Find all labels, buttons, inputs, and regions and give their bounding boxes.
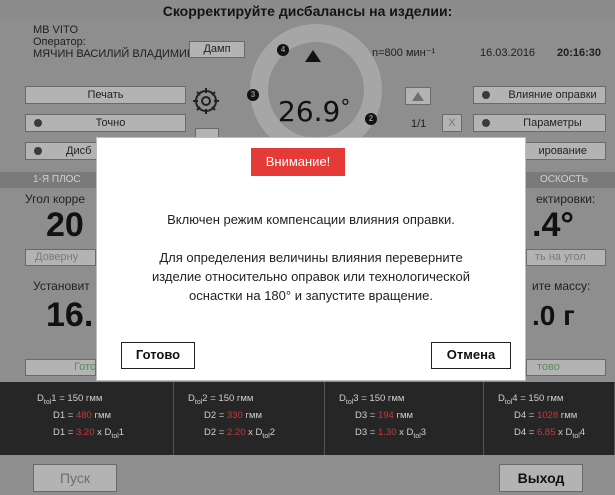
operator-label: Оператор: <box>33 36 86 48</box>
disbalance-led-icon <box>34 147 42 155</box>
warning-dialog: Внимание! Включен режим компенсации влия… <box>96 137 526 381</box>
gauge-pointer-icon <box>305 50 321 62</box>
marker-4: 4 <box>277 44 289 56</box>
disbalance-cell: Dtol3 = 150 гмм D3 = 194 гмм D3 = 1.30 x D… <box>325 382 484 455</box>
disbalance-cell: Dtol4 = 150 гмм D4 = 1028 гмм D4 = 6.85 x … <box>484 382 615 455</box>
page-indicator: 1/1 <box>411 118 427 130</box>
scroll-up-button[interactable] <box>405 87 431 105</box>
plane1-ready-button[interactable]: Гото <box>25 359 96 376</box>
dialog-title: Внимание! <box>251 148 345 176</box>
plane2-turn-button[interactable]: ть на угол <box>526 249 606 266</box>
settings-gear-icon[interactable] <box>191 86 221 116</box>
tolerance-row: Dtol2 = 150 гмм <box>188 393 254 406</box>
plane1-angle-label: Угол корре <box>25 192 86 206</box>
ok-button[interactable]: Готово <box>121 342 195 369</box>
gauge-degree: ° <box>340 95 351 119</box>
disbalance-row: D2 = 330 гмм <box>204 410 263 421</box>
plane1-angle-value: 20 <box>46 206 84 244</box>
marker-2: 2 <box>365 113 377 125</box>
disbalance-cell: Dtol1 = 150 гмм D1 = 480 гмм D1 = 3.20 x D… <box>0 382 174 455</box>
plane1-install-label: Установит <box>33 279 90 293</box>
disbalance-row: D4 = 1028 гмм <box>514 410 578 421</box>
params-toggle[interactable]: Параметры <box>473 114 606 132</box>
plane2-angle-label: ектировки: <box>536 192 596 206</box>
plane1-header-strip: 1-Я ПЛОС <box>0 172 96 188</box>
mandrel-influence-led-icon <box>482 91 490 99</box>
mandrel-influence-label: Влияние оправки <box>508 89 597 101</box>
plane2-angle-value: .4° <box>532 206 574 244</box>
plane1-header: 1-Я ПЛОС <box>33 174 81 185</box>
time-readout: 20:16:30 <box>557 47 602 59</box>
ratio-row: D3 = 1.30 x Dtol3 <box>355 427 427 440</box>
gauge-value: 26.9° <box>278 95 350 128</box>
dialog-line-2: Для определения величины влияния перевер… <box>159 250 463 265</box>
plane1-mass-value: 16. <box>46 296 94 334</box>
product-name: MB VITO <box>33 24 79 36</box>
start-button[interactable]: Пуск <box>33 464 117 492</box>
dialog-line-1: Включен режим компенсации влияния оправк… <box>167 212 455 227</box>
gauge-value-number: 26.9 <box>278 95 341 128</box>
ratio-row: D4 = 6.85 x Dtol4 <box>514 427 586 440</box>
rpm-readout: n=800 мин⁻¹ <box>372 47 436 59</box>
plane2-mass-value: .0 г <box>532 300 575 331</box>
disbalance-row: D3 = 194 гмм <box>355 410 414 421</box>
cancel-button[interactable]: Отмена <box>431 342 511 369</box>
date-readout: 16.03.2016 <box>480 47 536 59</box>
arrow-up-icon <box>412 92 424 101</box>
exit-button[interactable]: Выход <box>499 464 583 492</box>
marker-3: 3 <box>247 89 259 101</box>
mandrel-influence-toggle[interactable]: Влияние оправки <box>473 86 606 104</box>
tolerance-row: Dtol3 = 150 гмм <box>339 393 405 406</box>
precise-toggle[interactable]: Точно <box>25 114 186 132</box>
ratio-row: D1 = 3.20 x Dtol1 <box>53 427 125 440</box>
print-button[interactable]: Печать <box>25 86 186 104</box>
disbalance-row: D1 = 480 гмм <box>53 410 112 421</box>
precise-label: Точно <box>95 117 126 129</box>
dump-button[interactable]: Дамп <box>189 41 245 58</box>
ratio-row: D2 = 2.20 x Dtol2 <box>204 427 276 440</box>
precise-led-icon <box>34 119 42 127</box>
plane2-header: ОСКОСТЬ <box>540 174 589 185</box>
dialog-line-4: оснастки на 180° и запустите вращение. <box>189 288 433 303</box>
tolerance-row: Dtol1 = 150 гмм <box>37 393 103 406</box>
plane2-ready-button[interactable]: тово <box>526 359 606 376</box>
plane1-turn-button[interactable]: Доверну <box>25 249 96 266</box>
close-x-button[interactable]: X <box>442 114 462 132</box>
tolerance-row: Dtol4 = 150 гмм <box>498 393 564 406</box>
plane2-install-label: ите массу: <box>532 279 591 293</box>
plane2-header-strip: ОСКОСТЬ <box>526 172 615 188</box>
window-title: Скорректируйте дисбалансы на изделии: <box>0 0 615 22</box>
params-label: Параметры <box>523 117 582 129</box>
params-led-icon <box>482 119 490 127</box>
dialog-line-3: изделие относительно оправок или техноло… <box>152 269 470 284</box>
disbalance-cell: Dtol2 = 150 гмм D2 = 330 гмм D2 = 2.20 x D… <box>174 382 325 455</box>
